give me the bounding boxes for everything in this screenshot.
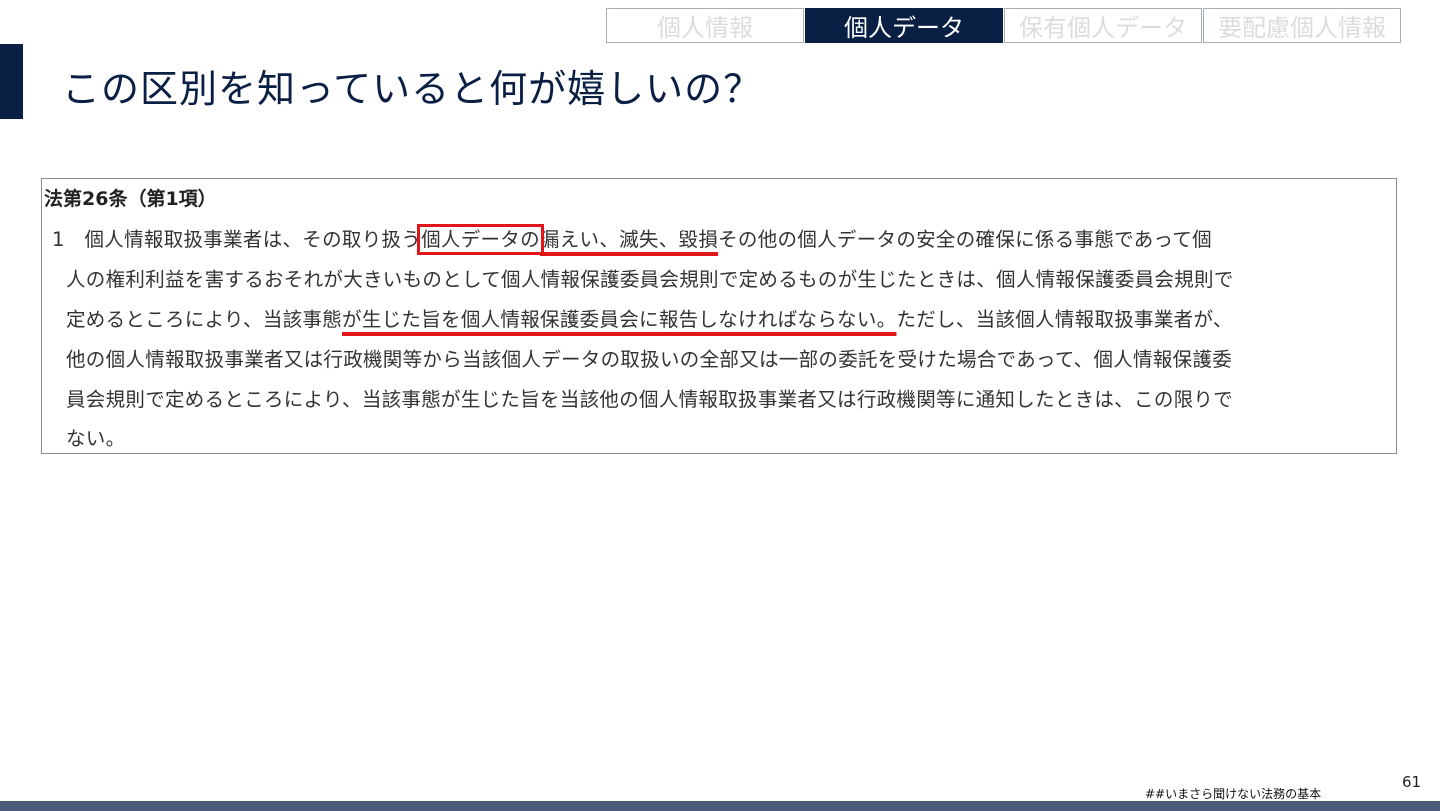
page-number: 61 — [1402, 773, 1422, 791]
footer-hashtag: ##いまさら聞けない法務の基本 — [1145, 787, 1322, 801]
law-heading: 法第26条（第1項） — [44, 188, 217, 210]
law-line-1: 1 個人情報取扱事業者は、その取り扱う個人データの漏えい、滅失、毀損その他の個人… — [52, 223, 1212, 255]
tab-personal-data[interactable]: 個人データ — [805, 8, 1003, 43]
underline-leak-loss-damage: 漏えい、滅失、毀損 — [539, 228, 719, 251]
law-line-1-text-b: その他の個人データの安全の確保に係る事態であって個 — [718, 228, 1212, 251]
law-line-6: ない。 — [66, 427, 126, 450]
law-line-3-text-a: 定めるところにより、当該事態 — [66, 308, 343, 331]
tab-personal-information[interactable]: 個人情報 — [606, 8, 804, 43]
bottom-bar — [0, 801, 1440, 811]
title-accent-bar — [0, 44, 23, 119]
law-line-5: 員会規則で定めるところにより、当該事態が生じた旨を当該他の個人情報取扱事業者又は… — [66, 388, 1234, 411]
law-line-4: 他の個人情報取扱事業者又は行政機関等から当該個人データの取扱いの全部又は一部の委… — [66, 348, 1233, 371]
law-excerpt-box: 法第26条（第1項） 1 個人情報取扱事業者は、その取り扱う個人データの漏えい、… — [41, 178, 1397, 454]
tab-sensitive-personal-information[interactable]: 要配慮個人情報 — [1203, 8, 1401, 43]
section-tabs: 個人情報 個人データ 保有個人データ 要配慮個人情報 — [606, 8, 1402, 43]
law-line-1-text-a: 1 個人情報取扱事業者は、その取り扱う — [52, 228, 422, 251]
law-line-3: 定めるところにより、当該事態が生じた旨を個人情報保護委員会に報告しなければならな… — [66, 303, 1233, 332]
page-title: この区別を知っていると何が嬉しいの？ — [62, 67, 763, 111]
tab-retained-personal-data[interactable]: 保有個人データ — [1004, 8, 1202, 43]
law-line-3-text-b: ただし、当該個人情報取扱事業者が、 — [896, 308, 1233, 331]
law-line-2: 人の権利利益を害するおそれが大きいものとして個人情報保護委員会規則で定めるものが… — [66, 268, 1234, 291]
highlight-box-personal-data: 個人データの — [417, 224, 544, 255]
underline-report-obligation: が生じた旨を個人情報保護委員会に報告しなければならない。 — [342, 308, 897, 331]
